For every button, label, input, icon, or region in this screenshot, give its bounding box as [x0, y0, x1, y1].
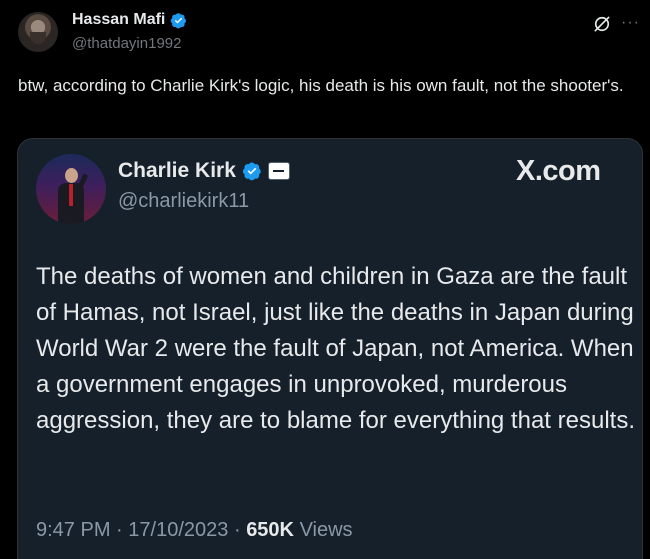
quoted-author-avatar	[36, 154, 106, 224]
avatar-figure-tie	[69, 184, 73, 206]
grok-icon[interactable]	[592, 14, 612, 34]
verified-badge-icon	[242, 162, 261, 181]
quoted-author-name-row: Charlie Kirk	[118, 159, 290, 183]
quoted-post-text: The deaths of women and children in Gaza…	[36, 263, 635, 434]
quoted-post-meta: 9:47 PM · 17/10/2023 · 650K Views	[36, 519, 353, 542]
quoted-author-handle: @charliekirk11	[118, 190, 250, 212]
avatar-beard-shape	[30, 32, 46, 44]
meta-separator: ·	[116, 519, 123, 541]
attached-image[interactable]: Charlie Kirk @charliekirk11 X.com The de…	[17, 138, 643, 559]
views-count: 650K	[246, 519, 294, 541]
quoted-author-name: Charlie Kirk	[118, 159, 236, 182]
affiliation-badge-icon	[267, 162, 290, 180]
author-name[interactable]: Hassan Mafi	[72, 11, 165, 29]
post-date: 17/10/2023	[128, 519, 229, 541]
post-time: 9:47 PM	[36, 519, 111, 541]
views-label: Views	[299, 519, 353, 541]
verified-badge-icon	[171, 12, 187, 28]
author-handle[interactable]: @thatdayin1992	[72, 35, 181, 52]
avatar-figure-arm	[76, 173, 89, 191]
post-text: btw, according to Charlie Kirk's logic, …	[18, 76, 624, 95]
author-avatar[interactable]	[18, 12, 58, 52]
tweet-screenshot: Hassan Mafi @thatdayin1992 ··· btw, acco…	[0, 0, 650, 559]
site-watermark: X.com	[516, 155, 601, 187]
avatar-figure-head	[65, 168, 78, 183]
meta-separator: ·	[233, 519, 241, 541]
more-icon[interactable]: ···	[621, 14, 640, 32]
author-name-row[interactable]: Hassan Mafi	[72, 11, 187, 29]
